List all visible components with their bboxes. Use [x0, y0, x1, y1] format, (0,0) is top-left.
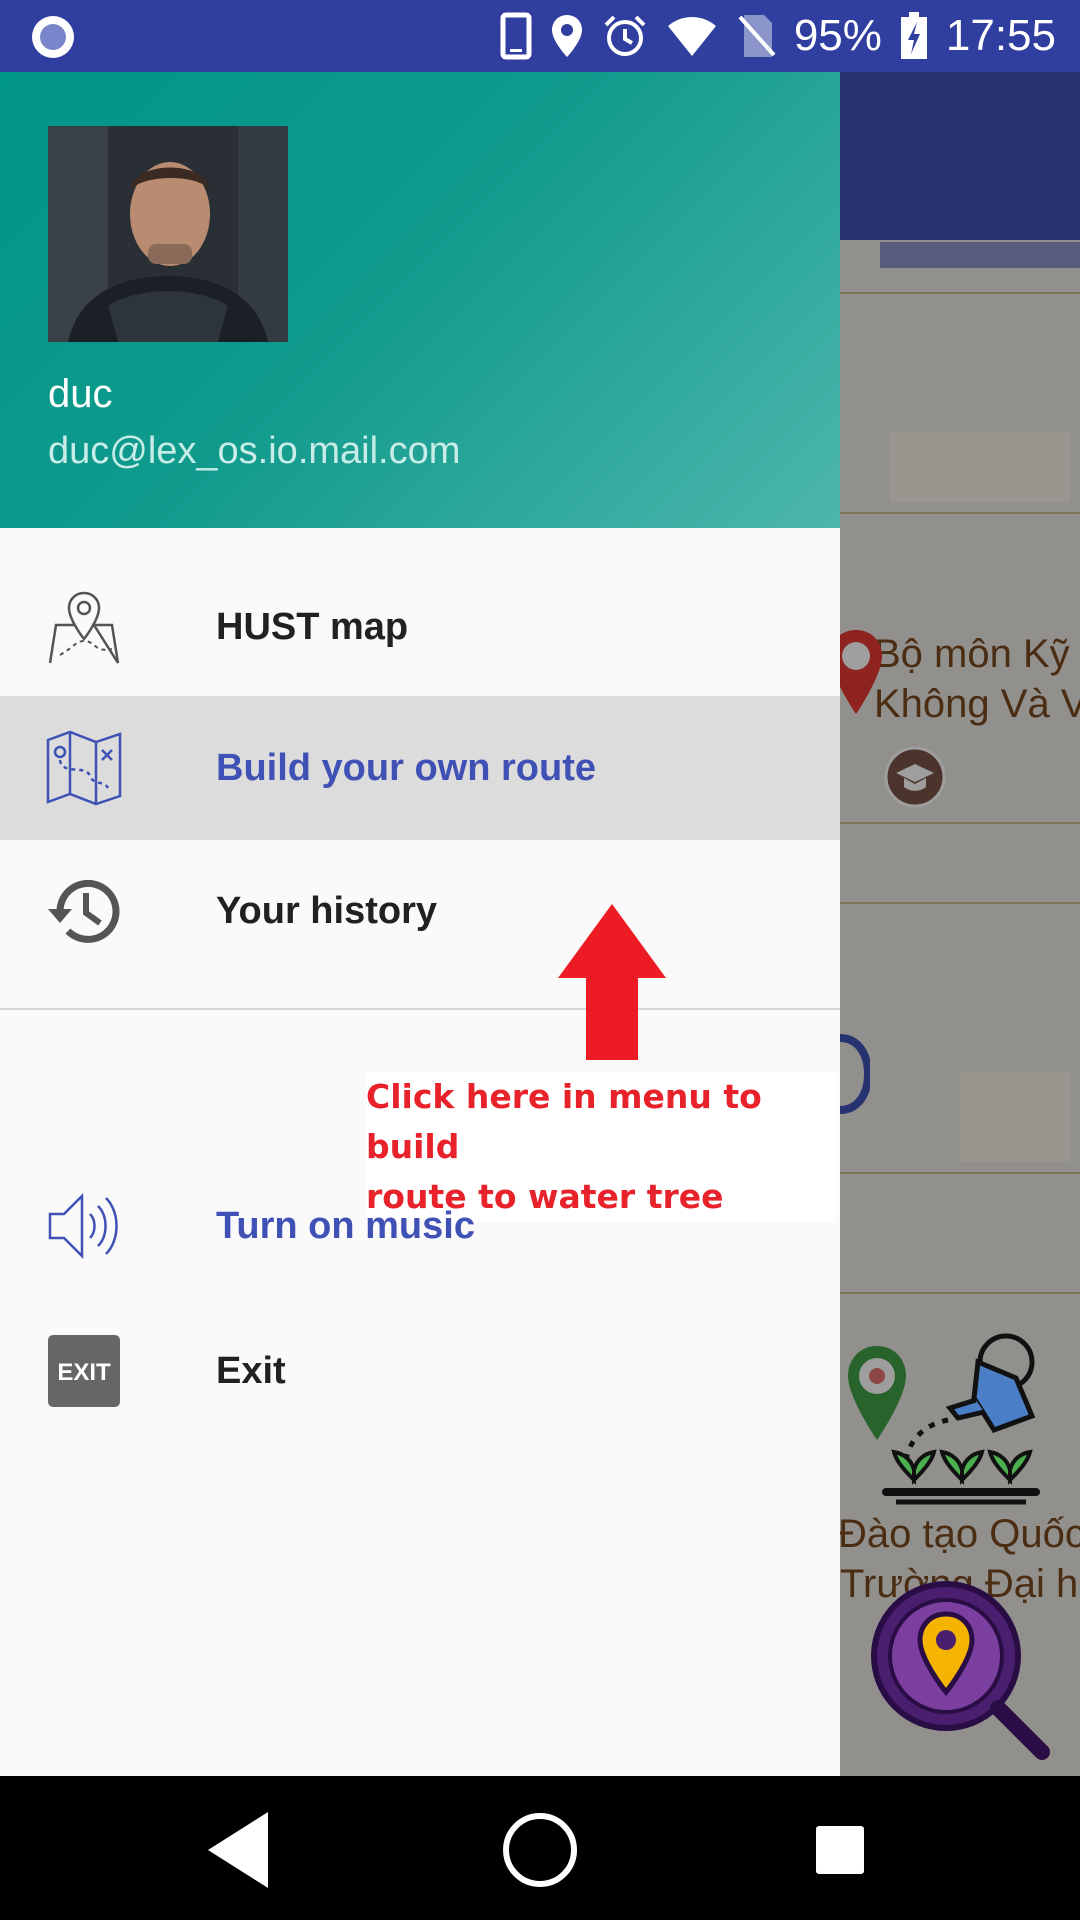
wifi-icon	[666, 14, 718, 58]
menu-item-hust-map[interactable]: HUST map	[0, 555, 840, 699]
system-nav-bar	[0, 1776, 1080, 1920]
clock: 17:55	[945, 11, 1056, 60]
back-icon[interactable]	[198, 1808, 282, 1892]
menu-label: Exit	[216, 1349, 286, 1392]
phone-icon	[500, 12, 532, 60]
menu-item-exit[interactable]: EXIT Exit	[0, 1299, 840, 1443]
exit-sign-icon: EXIT	[46, 1333, 122, 1409]
speaker-icon	[46, 1188, 122, 1264]
menu-item-history[interactable]: Your history	[0, 839, 840, 983]
menu-label: HUST map	[216, 605, 409, 648]
arrow-up-icon	[558, 904, 666, 1060]
app-notification-icon	[30, 14, 76, 60]
user-name: duc	[48, 372, 113, 416]
drawer-header: duc duc@lex_os.io.mail.com	[0, 72, 840, 528]
navigation-drawer: duc duc@lex_os.io.mail.com HUST map Buil…	[0, 72, 840, 1776]
menu-label: Your history	[216, 889, 437, 932]
recents-icon[interactable]	[798, 1808, 882, 1892]
menu-item-build-route[interactable]: Build your own route	[0, 696, 840, 840]
water-tree-icon[interactable]	[866, 1320, 1056, 1510]
avatar[interactable]	[48, 126, 288, 342]
user-email: duc@lex_os.io.mail.com	[48, 430, 461, 472]
home-icon[interactable]	[498, 1808, 582, 1892]
battery-charging-icon	[900, 12, 928, 60]
menu-label: Turn on music	[216, 1204, 475, 1247]
svg-text:EXIT: EXIT	[57, 1359, 111, 1386]
menu-item-music[interactable]: Turn on music	[0, 1154, 840, 1298]
alarm-icon	[602, 13, 648, 59]
folded-map-route-icon	[46, 730, 122, 806]
menu-divider	[0, 1008, 840, 1010]
map-pin-icon	[46, 589, 122, 665]
menu-label: Build your own route	[216, 746, 596, 789]
no-sim-icon	[736, 13, 776, 59]
search-location-icon[interactable]	[866, 1576, 1052, 1762]
location-icon	[550, 13, 584, 59]
status-bar: 95% 17:55	[0, 0, 1080, 72]
history-icon	[46, 873, 122, 949]
battery-percent: 95%	[793, 11, 882, 60]
